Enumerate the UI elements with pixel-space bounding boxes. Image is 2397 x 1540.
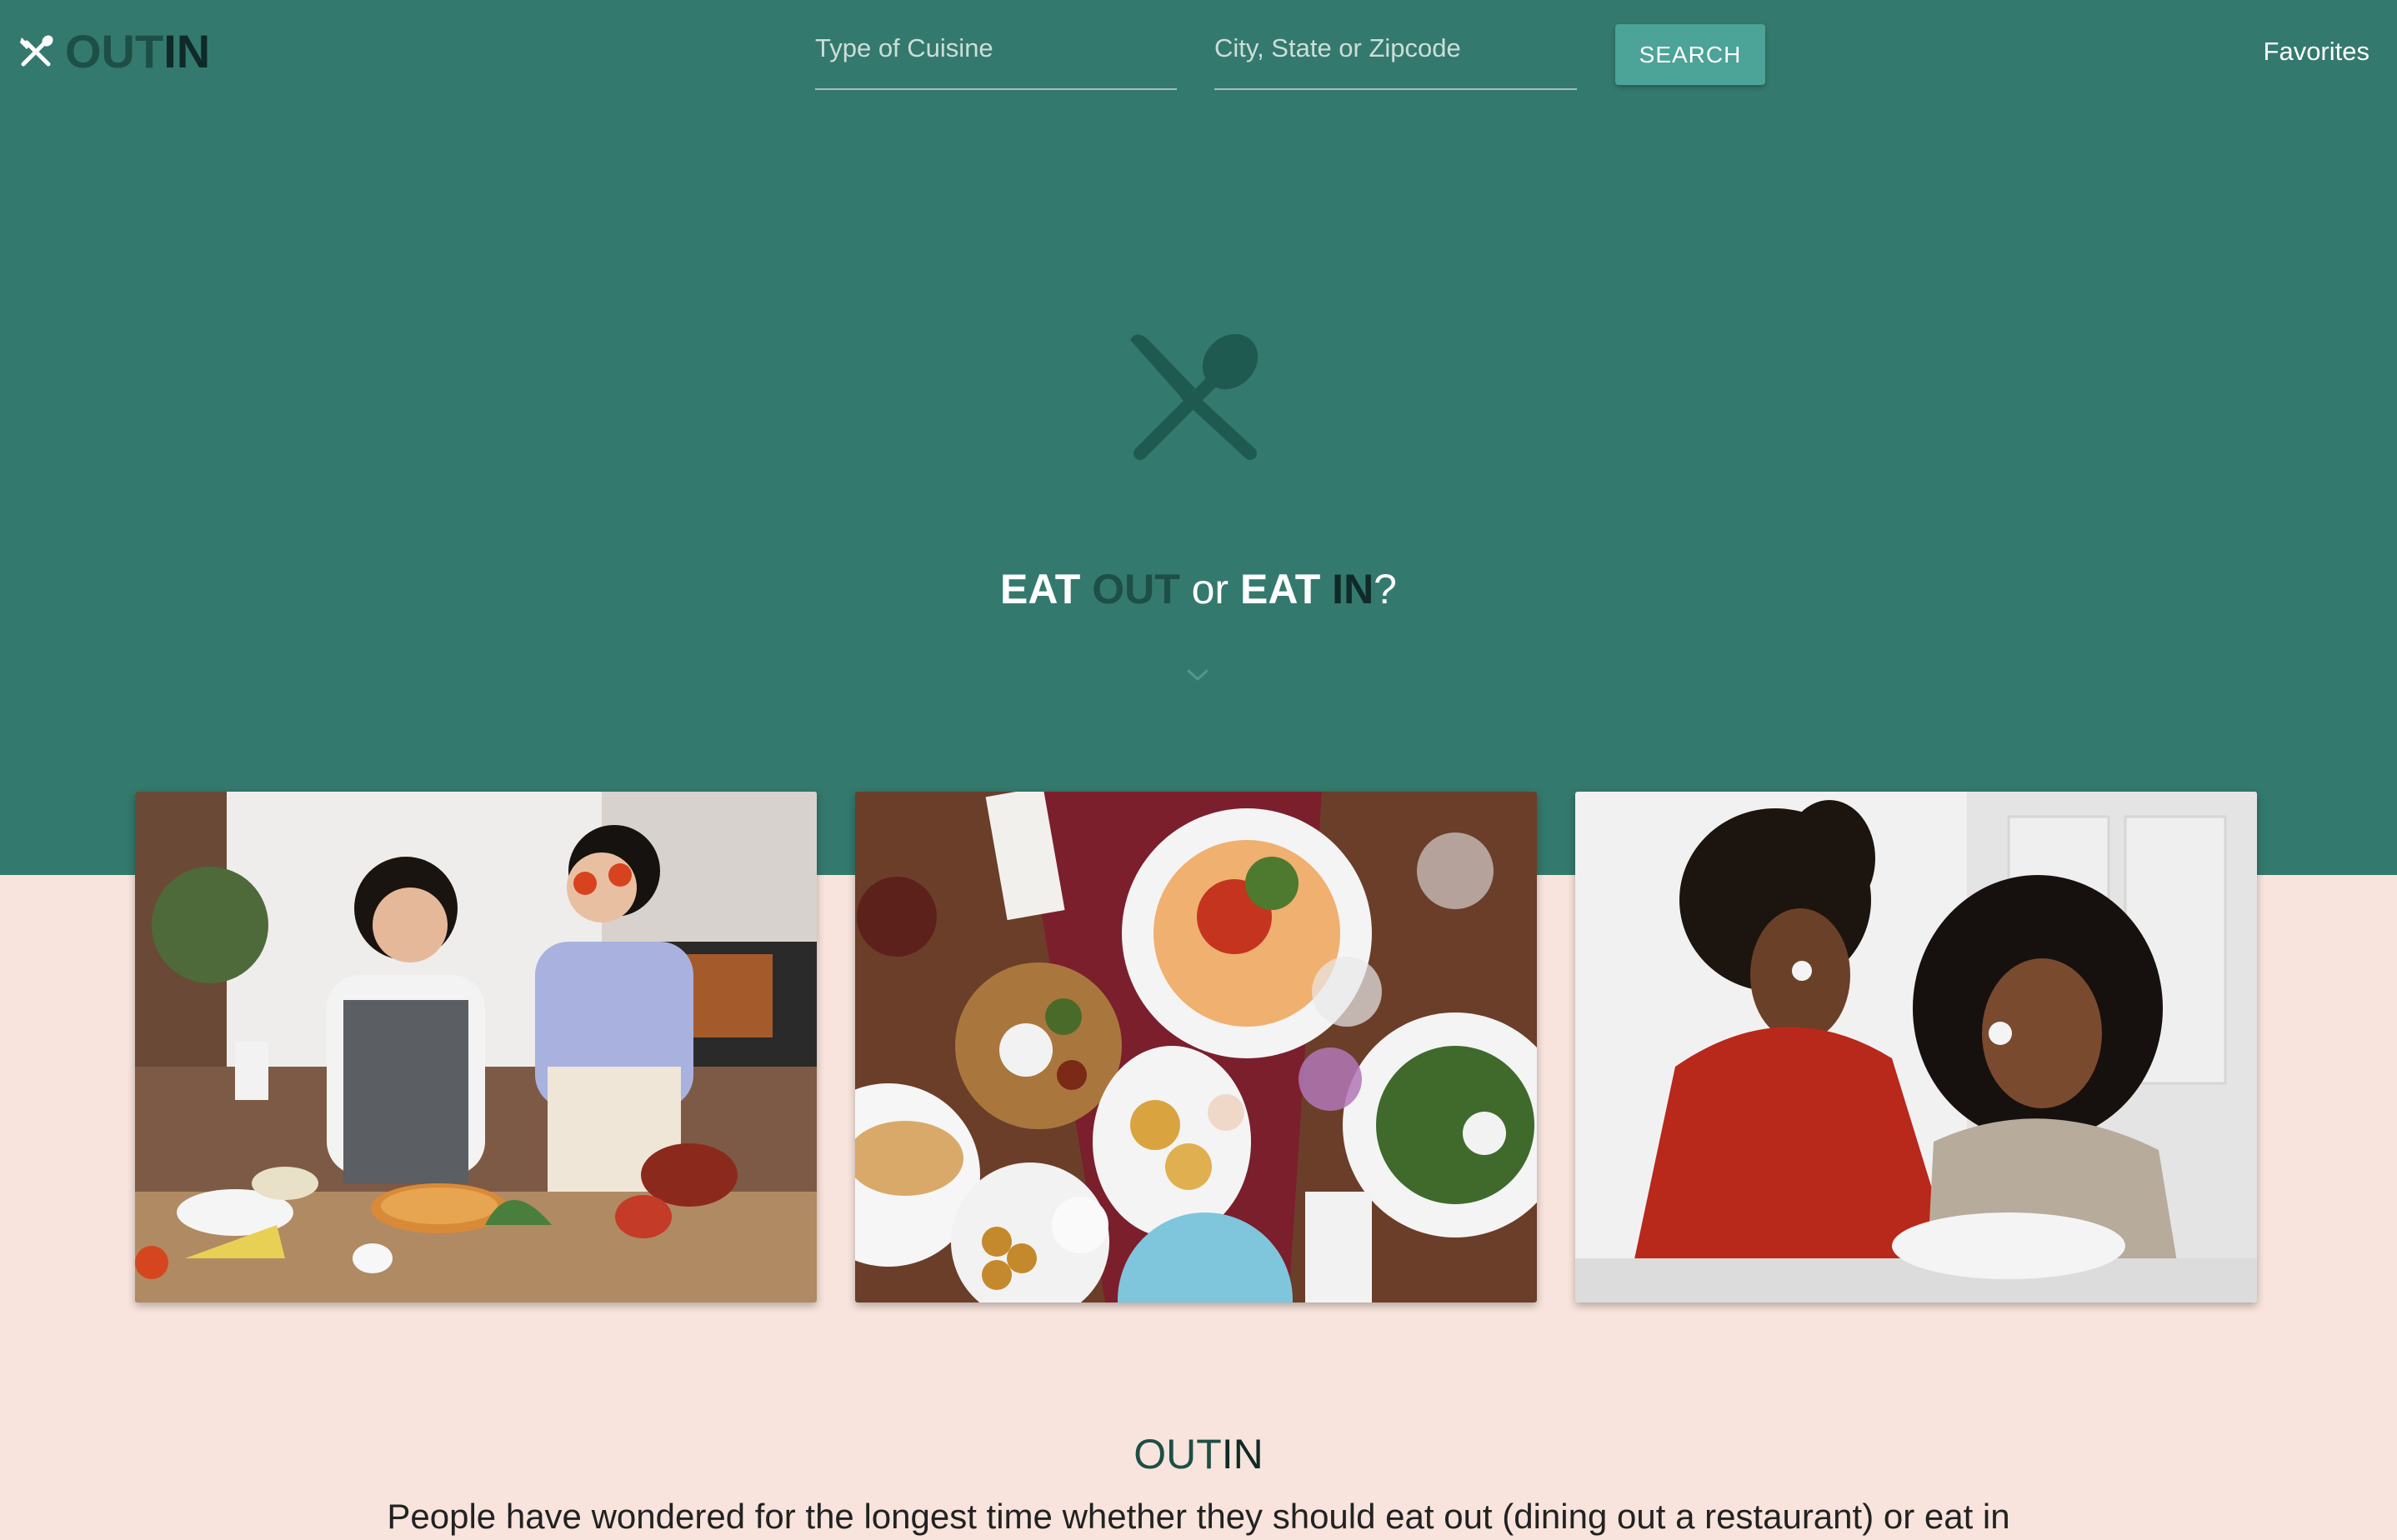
brand-logo[interactable]: OUTIN bbox=[18, 25, 210, 78]
fork-spoon-crossed-icon bbox=[1130, 333, 1259, 460]
chevron-down-icon[interactable] bbox=[1185, 667, 1210, 683]
utensils-crossed-icon bbox=[20, 35, 53, 67]
tagline-or: or bbox=[1179, 566, 1240, 612]
brand-out: OUT bbox=[65, 25, 164, 78]
favorites-link[interactable]: Favorites bbox=[2264, 37, 2369, 67]
photo-card-family-baking bbox=[1575, 792, 2257, 1302]
photo-restaurant-table bbox=[855, 792, 1537, 1302]
tagline-question: ? bbox=[1374, 566, 1397, 612]
hero-tagline: EAT OUT or EAT IN? bbox=[0, 560, 2397, 618]
location-input[interactable] bbox=[1214, 23, 1577, 90]
photo-family-baking bbox=[1575, 792, 2257, 1302]
photo-card-cooking-pizza bbox=[135, 792, 817, 1302]
tagline-out: OUT bbox=[1092, 566, 1180, 612]
about-title: OUTIN bbox=[0, 1425, 2397, 1483]
about-title-in: IN bbox=[1221, 1431, 1264, 1478]
search-button[interactable]: SEARCH bbox=[1615, 24, 1765, 85]
cuisine-input[interactable] bbox=[815, 23, 1177, 90]
photo-cooking-pizza bbox=[135, 792, 817, 1302]
brand-name: OUTIN bbox=[65, 25, 210, 78]
photo-card-restaurant-table bbox=[855, 792, 1537, 1302]
brand-in: IN bbox=[163, 25, 211, 78]
tagline-in: IN bbox=[1332, 566, 1374, 612]
about-text: People have wondered for the longest tim… bbox=[387, 1497, 2010, 1536]
about-title-out: OUT bbox=[1133, 1431, 1222, 1478]
tagline-eat-2: EAT bbox=[1239, 566, 1333, 612]
tagline-eat-1: EAT bbox=[1000, 566, 1093, 612]
